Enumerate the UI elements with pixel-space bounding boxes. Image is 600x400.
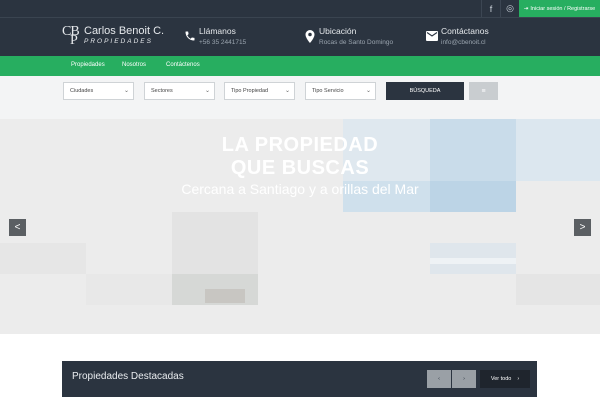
logo-name: Carlos Benoit C. [84,25,165,37]
chevron-down-icon: ⌄ [284,88,290,94]
location-detail: Rocas de Santo Domingo [319,39,394,46]
hero-title-line1: LA PROPIEDAD [221,134,379,156]
logo-monogram-p: P [70,33,78,48]
mail-address[interactable]: info@cbenoit.cl [441,39,486,46]
nav-item-propiedades[interactable]: Propiedades [71,62,105,68]
sector-select[interactable]: Sectores ⌄ [144,82,215,100]
search-button[interactable]: BÚSQUEDA [386,82,464,100]
property-type-label: Tipo Propiedad [231,88,269,94]
featured-title: Propiedades Destacadas [72,371,184,382]
chevron-down-icon: ⌄ [204,88,210,94]
mail-title: Contáctanos [441,26,489,36]
city-select-label: Ciudades [70,88,94,94]
hero-next-button[interactable]: > [574,219,591,236]
view-all-label: Ver todo [490,376,512,382]
hero-title-line2: QUE BUSCAS [230,157,370,179]
login-button[interactable]: ⇥ Iniciar sesión / Registrarse [519,0,600,17]
phone-title: Llámanos [199,26,236,36]
chevron-right-icon: › [517,376,520,382]
city-select[interactable]: Ciudades ⌄ [63,82,134,100]
hero-prev-button[interactable]: < [9,219,26,236]
sector-select-label: Sectores [151,88,173,94]
menu-icon[interactable]: ≡ [469,82,498,100]
facebook-icon[interactable]: f [481,0,500,17]
chevron-down-icon: ⌄ [365,88,371,94]
hero-subtitle: Cercana a Santiago y a orillas del Mar [181,181,419,197]
view-all-button[interactable]: Ver todo › [480,370,530,388]
mail-icon [425,29,439,43]
instagram-icon[interactable]: ◎ [500,0,519,17]
hero-tile [172,212,258,274]
login-label: Iniciar sesión / Registrarse [530,5,596,12]
service-type-select[interactable]: Tipo Servicio ⌄ [305,82,376,100]
main-nav: Propiedades Nosotros Contáctenos [0,56,600,76]
phone-icon [183,29,197,43]
hero-tile [0,243,86,274]
nav-item-nosotros[interactable]: Nosotros [122,62,146,68]
featured-prev-button[interactable]: ‹ [427,370,451,388]
property-type-select[interactable]: Tipo Propiedad ⌄ [224,82,295,100]
location-title: Ubicación [319,26,357,36]
phone-number[interactable]: +56 35 2441715 [199,39,246,46]
hero-tile [516,274,600,305]
divider [0,17,600,18]
hero-tile [86,274,172,305]
login-icon: ⇥ [523,5,529,12]
hero-banner: LA PROPIEDAD QUE BUSCAS Cercana a Santia… [0,119,600,334]
hero-tile-house [205,289,245,303]
logo-subtitle: PROPIEDADES [84,38,153,45]
top-strip: f ◎ ⇥ Iniciar sesión / Registrarse [481,0,600,17]
chevron-down-icon: ⌄ [123,88,129,94]
nav-item-contactenos[interactable]: Contáctenos [166,62,200,68]
header-bar: f ◎ ⇥ Iniciar sesión / Registrarse CB P … [0,0,600,56]
featured-properties-bar: Propiedades Destacadas ‹ › Ver todo › [62,361,537,397]
location-icon [303,29,317,43]
search-bar: Ciudades ⌄ Sectores ⌄ Tipo Propiedad ⌄ Tipo… [0,76,600,119]
hero-tile-wave [430,258,516,264]
featured-next-button[interactable]: › [452,370,476,388]
service-type-label: Tipo Servicio [312,88,344,94]
